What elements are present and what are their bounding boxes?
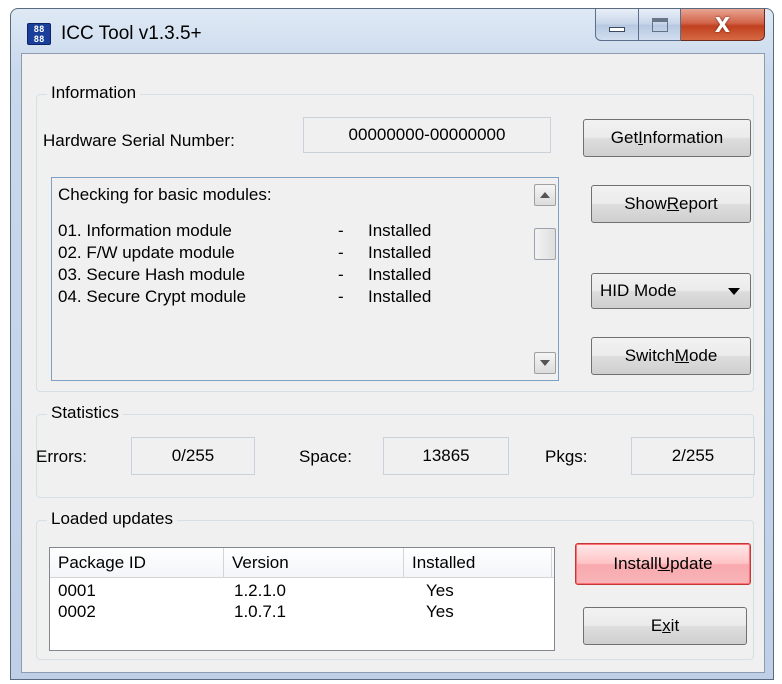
close-button[interactable]: X xyxy=(681,9,765,41)
window-title: ICC Tool v1.3.5+ xyxy=(61,23,202,44)
serial-number-label: Hardware Serial Number: xyxy=(43,131,235,150)
table-body: 0001 1.2.1.0 Yes 0002 1.0.7.1 Yes xyxy=(50,580,554,622)
list-item: 04. Secure Crypt module - Installed xyxy=(58,287,432,306)
errors-value: 0/255 xyxy=(131,437,255,475)
cell-version: 1.0.7.1 xyxy=(234,602,286,621)
space-label: Space: xyxy=(299,447,352,466)
table-row[interactable]: 0002 1.0.7.1 Yes xyxy=(50,601,554,622)
mode-select-value: HID Mode xyxy=(600,281,677,300)
title-bar[interactable]: 88 88 ICC Tool v1.3.5+ X xyxy=(11,9,773,53)
list-item: 02. F/W update module - Installed xyxy=(58,243,432,262)
column-header-installed[interactable]: Installed xyxy=(404,548,552,578)
modules-scrollbar[interactable] xyxy=(534,180,556,378)
install-update-button[interactable]: Install Update xyxy=(575,543,751,585)
scroll-up-button[interactable] xyxy=(534,184,556,206)
scroll-down-button[interactable] xyxy=(534,352,556,374)
space-value: 13865 xyxy=(383,437,509,475)
pkgs-value: 2/255 xyxy=(631,437,755,475)
cell-package-id: 0001 xyxy=(58,581,96,600)
loaded-updates-group-label: Loaded updates xyxy=(47,509,177,529)
arrow-down-icon xyxy=(540,360,550,366)
get-information-button[interactable]: Get Information xyxy=(583,119,751,157)
statistics-group: Statistics Errors: 0/255 Space: 13865 Pk… xyxy=(36,403,755,498)
updates-table[interactable]: Package ID Version Installed 0001 1.2.1.… xyxy=(49,547,555,651)
close-icon: X xyxy=(714,12,731,37)
modules-listbox[interactable]: Checking for basic modules: 01. Informat… xyxy=(51,177,559,381)
modules-list: Checking for basic modules: 01. Informat… xyxy=(58,184,528,308)
minimize-icon xyxy=(609,27,625,32)
information-group: Information Hardware Serial Number: 0000… xyxy=(36,83,754,392)
maximize-icon xyxy=(651,17,668,32)
column-header-version[interactable]: Version xyxy=(224,548,404,578)
exit-button[interactable]: Ex it xyxy=(583,607,747,645)
column-header-package-id[interactable]: Package ID xyxy=(50,548,224,578)
table-row[interactable]: 0001 1.2.1.0 Yes xyxy=(50,580,554,601)
show-report-button[interactable]: Show Report xyxy=(591,185,751,223)
list-item: 01. Information module - Installed xyxy=(58,221,432,240)
serial-number-field[interactable]: 00000000-00000000 xyxy=(303,117,551,153)
information-group-label: Information xyxy=(47,83,141,103)
modules-header: Checking for basic modules: xyxy=(58,185,272,204)
table-header: Package ID Version Installed xyxy=(50,548,554,578)
cell-installed: Yes xyxy=(426,581,454,600)
errors-label: Errors: xyxy=(36,447,87,466)
caption-buttons: X xyxy=(595,9,765,41)
cell-package-id: 0002 xyxy=(58,602,96,621)
cell-installed: Yes xyxy=(426,602,454,621)
loaded-updates-group: Loaded updates Package ID Version Instal… xyxy=(36,509,754,660)
cell-version: 1.2.1.0 xyxy=(234,581,286,600)
app-window: 88 88 ICC Tool v1.3.5+ X Information Hard… xyxy=(10,8,774,680)
maximize-button[interactable] xyxy=(639,9,681,41)
app-icon[interactable]: 88 88 xyxy=(27,23,51,45)
scroll-thumb[interactable] xyxy=(534,228,556,260)
switch-mode-button[interactable]: Switch Mode xyxy=(591,337,751,375)
list-item: 03. Secure Hash module - Installed xyxy=(58,265,432,284)
statistics-group-label: Statistics xyxy=(47,403,124,423)
minimize-button[interactable] xyxy=(595,9,639,41)
chevron-down-icon xyxy=(728,288,740,295)
client-area: Information Hardware Serial Number: 0000… xyxy=(21,53,765,673)
mode-select[interactable]: HID Mode xyxy=(591,273,751,309)
pkgs-label: Pkgs: xyxy=(545,447,588,466)
arrow-up-icon xyxy=(540,192,550,198)
